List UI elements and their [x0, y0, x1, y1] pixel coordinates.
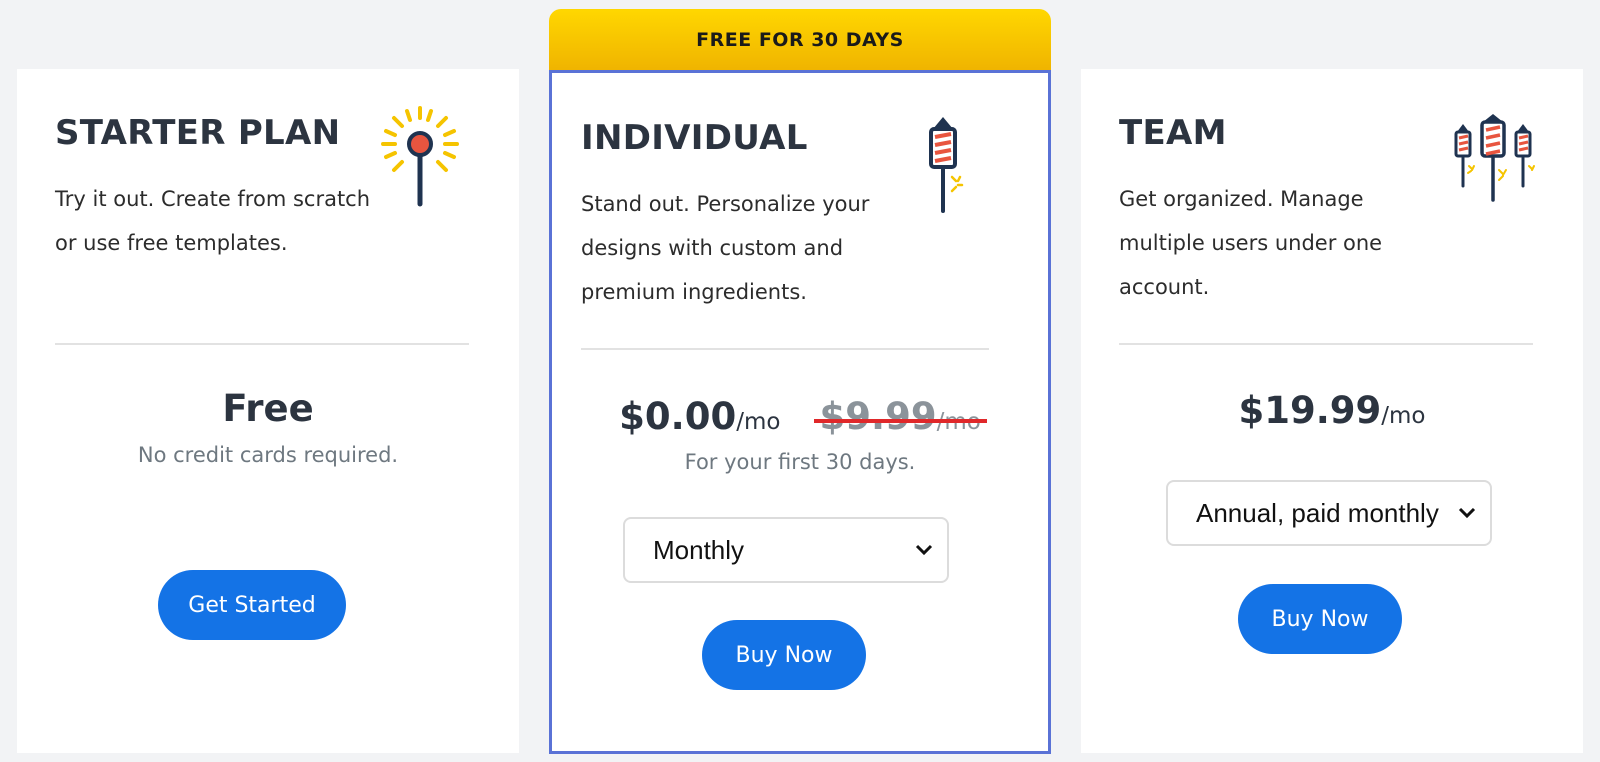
- price-block: Free: [17, 387, 519, 430]
- plan-title: INDIVIDUAL: [581, 118, 808, 158]
- plan-description: Stand out. Personalize your designs with…: [581, 192, 870, 304]
- firework-rocket-icon: [924, 115, 970, 215]
- divider: [1119, 343, 1533, 345]
- price: $0.00: [619, 395, 737, 438]
- team-plan-card: TEAM Get organized. Manage multiple user…: [1081, 69, 1583, 753]
- price-block: $19.99/mo: [1081, 389, 1583, 432]
- chevron-down-icon: [1456, 502, 1478, 524]
- price-period: /mo: [1381, 403, 1426, 429]
- billing-select-value: Monthly: [653, 534, 745, 565]
- price: $19.99: [1238, 389, 1382, 432]
- free-trial-ribbon: FREE FOR 30 DAYS: [549, 9, 1051, 70]
- starter-plan-card: STARTER PLAN Try it out. Create from scr…: [17, 69, 519, 753]
- price-block: $0.00/mo $9.99/mo: [552, 395, 1048, 438]
- get-started-button[interactable]: Get Started: [158, 570, 346, 640]
- plan-title: TEAM: [1119, 113, 1227, 153]
- price-note: No credit cards required.: [137, 443, 399, 467]
- divider: [581, 348, 989, 350]
- chevron-down-icon: [913, 539, 935, 561]
- divider: [55, 343, 469, 345]
- original-price-period: /mo: [936, 409, 981, 435]
- plan-title: STARTER PLAN: [55, 113, 341, 153]
- buy-now-button[interactable]: Buy Now: [1238, 584, 1402, 654]
- plan-description: Try it out. Create from scratch or use f…: [55, 187, 371, 255]
- plan-description: Get organized. Manage multiple users und…: [1119, 187, 1383, 299]
- original-price-strikethrough: $9.99/mo: [820, 395, 981, 438]
- sparkler-icon: [381, 106, 459, 208]
- billing-select[interactable]: Annual, paid monthly: [1166, 480, 1492, 546]
- firework-rockets-icon: [1451, 114, 1535, 204]
- billing-select-value: Annual, paid monthly: [1196, 497, 1439, 528]
- billing-select[interactable]: Monthly: [623, 517, 949, 583]
- price: Free: [222, 387, 314, 430]
- individual-plan-card: INDIVIDUAL Stand out. Personalize your d…: [549, 70, 1051, 754]
- buy-now-button[interactable]: Buy Now: [702, 620, 866, 690]
- original-price: $9.99: [819, 395, 937, 438]
- price-note: For your first 30 days.: [684, 450, 916, 474]
- price-period: /mo: [736, 409, 781, 435]
- ribbon-label: FREE FOR 30 DAYS: [696, 28, 904, 51]
